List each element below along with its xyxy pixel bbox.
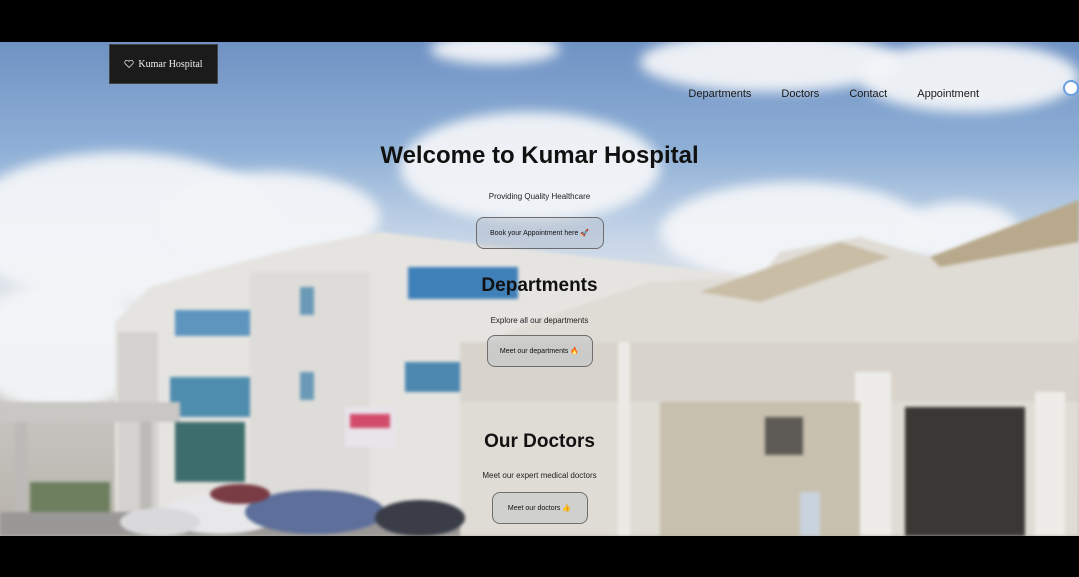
doctors-subtitle-wrap: Meet our expert medical doctors [0,471,1079,480]
doctors-section: Our Doctors [0,431,1079,453]
page-title: Welcome to Kumar Hospital [380,142,699,169]
nav-contact[interactable]: Contact [849,88,887,100]
heart-icon [124,60,135,68]
nav-departments[interactable]: Departments [688,88,751,100]
departments-subtitle: Explore all our departments [490,316,589,325]
departments-title: Departments [481,275,598,296]
meet-doctors-button[interactable]: Meet our doctors 👍 [491,492,588,524]
floating-action-icon[interactable] [1063,80,1079,96]
book-appointment-button[interactable]: Book your Appointment here 🚀 [475,217,604,249]
site-logo[interactable]: Kumar Hospital [109,44,218,84]
nav-doctors[interactable]: Doctors [781,88,819,100]
hero-section: Welcome to Kumar Hospital [0,142,1079,170]
departments-subtitle-wrap: Explore all our departments [0,316,1079,325]
departments-section: Departments [0,275,1079,297]
page-viewport: Kumar Hospital Departments Doctors Conta… [0,42,1079,536]
nav-appointment[interactable]: Appointment [917,88,979,100]
doctors-title: Our Doctors [484,431,595,452]
meet-departments-button[interactable]: Meet our departments 🔥 [486,335,593,367]
main-nav: Departments Doctors Contact Appointment [688,88,979,100]
logo-text: Kumar Hospital [138,58,203,70]
doctors-subtitle: Meet our expert medical doctors [482,471,597,480]
hero-subtitle-wrap: Providing Quality Healthcare [0,192,1079,201]
hero-subtitle: Providing Quality Healthcare [488,192,591,201]
